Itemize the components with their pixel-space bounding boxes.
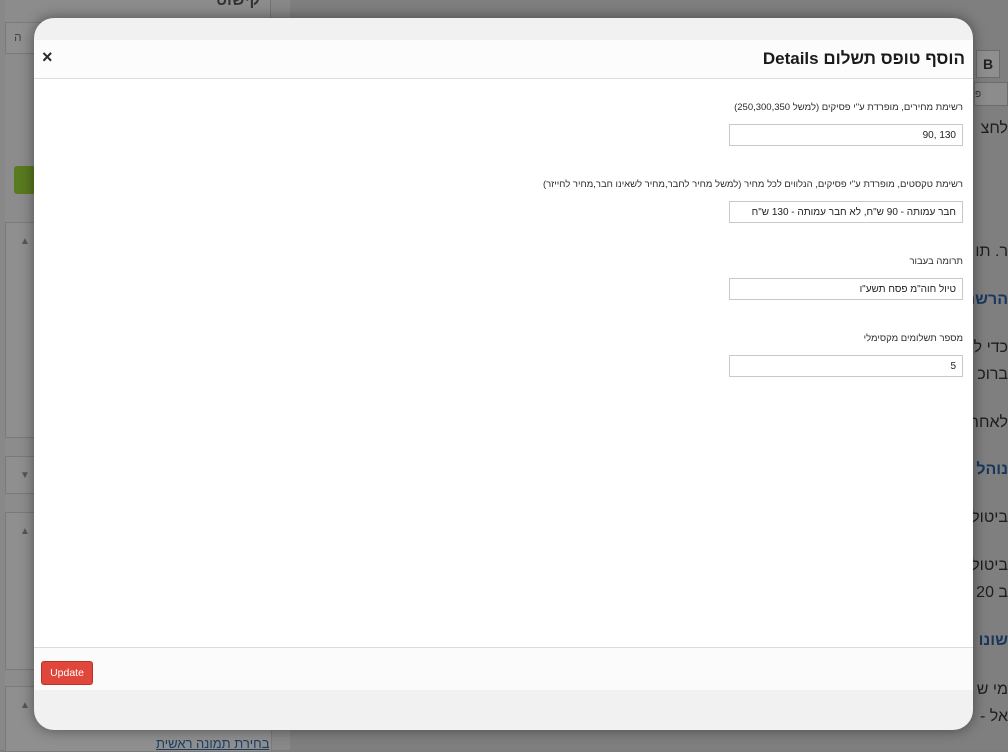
background-sidebar-title: קישוט <box>215 0 260 9</box>
background-collapse-icon: ▲ <box>20 700 30 711</box>
prices-label: רשימת מחירים, מופרדת ע"י פסיקים (למשל 25… <box>734 102 963 113</box>
background-expand-icon: ▼ <box>20 470 30 481</box>
max-installments-label: מספר תשלומים מקסימלי <box>863 333 963 344</box>
dialog-title: הוסף טופס תשלום Details <box>762 49 965 68</box>
background-collapse-icon: ▲ <box>20 236 30 247</box>
background-input-label: ה <box>14 30 22 44</box>
background-collapse-icon: ▲ <box>20 526 30 537</box>
prices-field: רשימת מחירים, מופרדת ע"י פסיקים (למשל 25… <box>103 101 963 146</box>
background-text: כדי ל <box>973 339 1008 356</box>
max-installments-input[interactable] <box>729 355 963 377</box>
price-texts-label: רשימת טקסטים, מופרדת ע"י פסיקים, הנלווים… <box>542 179 963 190</box>
price-texts-input[interactable] <box>729 201 963 223</box>
background-heading: שונו <box>978 632 1008 649</box>
background-text: ברוכ <box>977 366 1008 383</box>
background-bold-button: B <box>976 50 1000 78</box>
background-featured-image-link: בחירת תמונה ראשית <box>156 736 270 751</box>
payment-form-dialog: × הוסף טופס תשלום Details רשימת מחירים, … <box>34 18 973 730</box>
donation-purpose-input[interactable] <box>729 278 963 300</box>
background-text: ביטול <box>971 509 1008 526</box>
donation-purpose-field: תרומה בעבור <box>103 255 963 300</box>
donation-purpose-label: תרומה בעבור <box>909 256 963 267</box>
dialog-body: רשימת מחירים, מופרדת ע"י פסיקים (למשל 25… <box>34 79 973 648</box>
background-text: מי ש <box>976 681 1008 698</box>
dialog-footer: Update <box>34 648 973 690</box>
price-texts-field: רשימת טקסטים, מופרדת ע"י פסיקים, הנלווים… <box>103 178 963 223</box>
background-text: 20 ב <box>976 584 1008 601</box>
update-button[interactable]: Update <box>41 661 93 685</box>
close-icon[interactable]: × <box>42 47 53 67</box>
background-text: ר. תו <box>975 243 1008 260</box>
background-text: לחצ <box>980 120 1008 137</box>
background-text: לאחר <box>970 414 1008 431</box>
background-heading: נוהל <box>976 461 1008 478</box>
prices-input[interactable] <box>729 124 963 146</box>
dialog-header: × הוסף טופס תשלום Details <box>34 40 973 79</box>
background-toolbar-item: פ <box>974 82 1008 106</box>
background-text: - אל <box>980 708 1008 725</box>
background-text: ביטול <box>971 557 1008 574</box>
max-installments-field: מספר תשלומים מקסימלי <box>103 332 963 377</box>
